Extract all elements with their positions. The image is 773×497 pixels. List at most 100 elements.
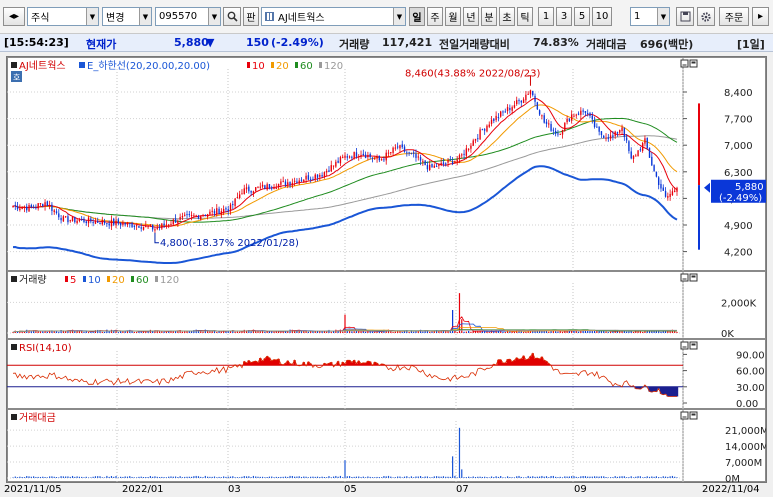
candle-body bbox=[197, 215, 200, 219]
candle-body bbox=[426, 164, 429, 170]
amount-bar bbox=[154, 476, 156, 478]
period-button-1[interactable]: 주 bbox=[427, 7, 443, 26]
search-button[interactable] bbox=[223, 7, 241, 26]
amount-bar bbox=[60, 476, 62, 478]
candle-body bbox=[296, 181, 298, 184]
period-button-2[interactable]: 월 bbox=[445, 7, 461, 26]
candle-body bbox=[353, 151, 355, 159]
amount-bar bbox=[374, 477, 376, 478]
stock-name-field[interactable]: AJ네트웍스 ▼ bbox=[261, 7, 406, 26]
candle-body bbox=[167, 224, 170, 226]
date-label: 2022/11/04 bbox=[702, 484, 760, 495]
volume-bar bbox=[520, 331, 522, 333]
candle-body bbox=[424, 160, 426, 166]
volume-bar bbox=[474, 331, 477, 333]
amount-bar bbox=[394, 477, 396, 478]
amount-bar bbox=[87, 477, 90, 478]
volume-bar bbox=[509, 331, 511, 333]
amount-bar bbox=[362, 476, 364, 478]
amount-bar bbox=[584, 476, 587, 478]
volume-bar bbox=[136, 331, 138, 333]
candle-body bbox=[477, 138, 479, 140]
candle-body bbox=[447, 159, 449, 163]
candle-body bbox=[646, 137, 648, 149]
market-select[interactable]: 주식 ▼ bbox=[27, 7, 99, 26]
amount-bar bbox=[390, 476, 392, 478]
volume-bar bbox=[131, 331, 133, 333]
amount-bar bbox=[120, 476, 122, 478]
interval-select[interactable]: 1 ▼ bbox=[630, 7, 670, 26]
settings-button[interactable] bbox=[697, 7, 715, 26]
candle-body bbox=[158, 227, 161, 229]
amount-bar bbox=[495, 476, 497, 478]
candle-body bbox=[422, 160, 424, 162]
amount-bar bbox=[76, 476, 78, 478]
candle-body bbox=[337, 160, 339, 163]
period-button-5[interactable]: 초 bbox=[499, 7, 515, 26]
nav-arrows-button[interactable]: ◂▸ bbox=[3, 7, 25, 26]
candle-body bbox=[445, 163, 447, 165]
amount-bar bbox=[463, 477, 465, 478]
amount-bar bbox=[23, 477, 26, 478]
order-button[interactable]: 주문 bbox=[719, 7, 749, 26]
amount-bar bbox=[209, 476, 211, 478]
amount-bar bbox=[442, 476, 445, 478]
chevron-down-icon[interactable]: ▼ bbox=[86, 8, 98, 25]
amount-bar bbox=[648, 476, 651, 478]
stock-code-input[interactable]: 095570 ▼ bbox=[155, 7, 221, 26]
pan-button[interactable]: 판 bbox=[243, 7, 259, 26]
candle-body bbox=[406, 152, 408, 154]
candle-body bbox=[529, 90, 532, 95]
amount-bar bbox=[280, 476, 282, 478]
period-button-6[interactable]: 틱 bbox=[517, 7, 533, 26]
minute-button-1[interactable]: 1 bbox=[538, 7, 554, 26]
amount-bar bbox=[619, 476, 621, 478]
chevron-down-icon[interactable]: ▼ bbox=[657, 8, 669, 25]
minute-button-10[interactable]: 10 bbox=[592, 7, 612, 26]
amount-bar bbox=[509, 477, 511, 478]
amount-bar bbox=[658, 477, 660, 478]
candle-body bbox=[101, 220, 103, 225]
candle-body bbox=[417, 156, 419, 158]
date-label: 05 bbox=[344, 484, 357, 495]
volume-bar bbox=[90, 332, 92, 333]
candle-body bbox=[657, 177, 660, 186]
candle-body bbox=[660, 183, 662, 189]
save-button[interactable] bbox=[676, 7, 694, 26]
candle-body bbox=[53, 210, 55, 213]
legend-rsi: RSI(14,10) bbox=[19, 343, 72, 354]
candle-body bbox=[227, 209, 229, 212]
candle-body bbox=[238, 194, 241, 199]
volume-bar bbox=[360, 331, 362, 333]
volume-bar bbox=[220, 331, 222, 333]
minute-button-5[interactable]: 5 bbox=[574, 7, 590, 26]
period-button-0[interactable]: 일 bbox=[409, 7, 425, 26]
chevron-down-icon[interactable]: ▼ bbox=[139, 8, 151, 25]
chart-svg[interactable]: 8,4007,7007,0006,3005,6004,9004,2008,460… bbox=[7, 57, 766, 482]
chevron-down-icon[interactable]: ▼ bbox=[208, 8, 220, 25]
volume-bar bbox=[628, 331, 630, 333]
volume-bar bbox=[486, 331, 488, 333]
minute-button-3[interactable]: 3 bbox=[556, 7, 572, 26]
candle-body bbox=[481, 129, 484, 131]
volume-bar bbox=[87, 332, 90, 333]
amount-bar bbox=[541, 475, 543, 478]
pane-minimize-icon bbox=[680, 59, 689, 68]
amount-bar bbox=[174, 476, 177, 478]
scroll-right-button[interactable]: ▸ bbox=[752, 7, 769, 26]
amount-bar bbox=[170, 476, 172, 478]
candle-body bbox=[165, 224, 168, 226]
amount-bar bbox=[39, 476, 42, 478]
amount-bar bbox=[310, 476, 312, 478]
amount-bar bbox=[78, 476, 80, 478]
volume-bar bbox=[463, 331, 465, 333]
candle-body bbox=[364, 154, 367, 158]
amount-bar bbox=[571, 476, 573, 478]
period-button-4[interactable]: 분 bbox=[481, 7, 497, 26]
chart-area[interactable]: 8,4007,7007,0006,3005,6004,9004,2008,460… bbox=[6, 56, 767, 483]
candle-body bbox=[536, 102, 539, 110]
change-select[interactable]: 변경 ▼ bbox=[102, 7, 152, 26]
amount-bar bbox=[200, 476, 202, 478]
period-button-3[interactable]: 년 bbox=[463, 7, 479, 26]
chevron-down-icon[interactable]: ▼ bbox=[393, 8, 405, 25]
